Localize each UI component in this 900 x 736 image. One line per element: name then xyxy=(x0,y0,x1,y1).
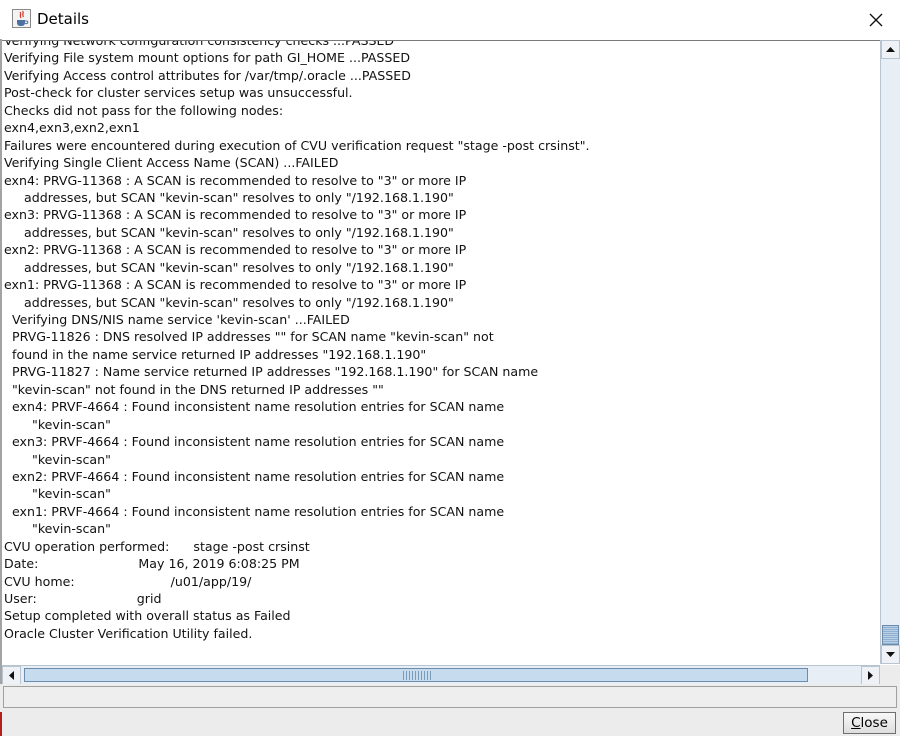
arrow-down-icon xyxy=(886,652,895,657)
log-line: CVU operation performed: stage -post crs… xyxy=(4,538,310,554)
log-line: Oracle Cluster Verification Utility fail… xyxy=(4,625,253,641)
log-line: Verifying DNS/NIS name service 'kevin-sc… xyxy=(4,312,350,327)
log-line: Setup completed with overall status as F… xyxy=(4,608,291,624)
log-line: Post-check for cluster services setup wa… xyxy=(4,85,353,101)
log-line: Verifying Access control attributes for … xyxy=(4,67,411,83)
window-title: Details xyxy=(37,10,90,28)
dialog-footer: Close xyxy=(0,684,900,736)
log-line: "kevin-scan" xyxy=(4,486,111,502)
log-line: "kevin-scan" not found in the DNS return… xyxy=(4,381,384,397)
log-line: exn2: PRVF-4664 : Found inconsistent nam… xyxy=(4,468,505,484)
log-line: exn4: PRVG-11368 : A SCAN is recommended… xyxy=(4,172,467,188)
log-line: Verifying Network configuration consiste… xyxy=(4,40,395,48)
background-edge xyxy=(0,712,2,736)
log-line: User: grid xyxy=(4,591,162,606)
log-line: exn1: PRVF-4664 : Found inconsistent nam… xyxy=(4,503,505,519)
log-line: addresses, but SCAN "kevin-scan" resolve… xyxy=(4,189,454,205)
scrollbar-corner xyxy=(880,665,900,684)
log-line: exn2: PRVG-11368 : A SCAN is recommended… xyxy=(4,242,467,258)
log-line: exn3: PRVG-11368 : A SCAN is recommended… xyxy=(4,207,467,223)
log-line: PRVG-11827 : Name service returned IP ad… xyxy=(4,364,539,380)
close-x-icon[interactable] xyxy=(864,8,888,32)
log-text: Verifying Network configuration consiste… xyxy=(4,40,590,642)
vertical-scroll-thumb[interactable] xyxy=(882,625,899,645)
log-line: Date: May 16, 2019 6:08:25 PM xyxy=(4,556,300,572)
log-line: addresses, but SCAN "kevin-scan" resolve… xyxy=(4,259,454,275)
log-line: Verifying File system mount options for … xyxy=(4,50,411,66)
log-line: "kevin-scan" xyxy=(4,416,111,432)
log-line: exn4: PRVF-4664 : Found inconsistent nam… xyxy=(4,399,505,415)
log-line: addresses, but SCAN "kevin-scan" resolve… xyxy=(4,224,454,240)
log-line: exn3: PRVF-4664 : Found inconsistent nam… xyxy=(4,434,505,450)
scroll-up-button[interactable] xyxy=(881,40,900,59)
horizontal-scroll-thumb[interactable] xyxy=(24,668,808,682)
log-line: "kevin-scan" xyxy=(4,451,111,467)
arrow-right-icon xyxy=(868,671,873,680)
log-line: PRVG-11826 : DNS resolved IP addresses "… xyxy=(4,329,494,345)
java-coffee-cup-icon xyxy=(12,9,31,28)
log-line: exn4,exn3,exn2,exn1 xyxy=(4,120,140,136)
title-bar: Details xyxy=(0,0,900,39)
status-bar xyxy=(3,686,897,708)
close-label: lose xyxy=(860,715,888,731)
log-line: Checks did not pass for the following no… xyxy=(4,102,284,118)
details-text-area[interactable]: Verifying Network configuration consiste… xyxy=(2,40,880,665)
log-line: addresses, but SCAN "kevin-scan" resolve… xyxy=(4,294,454,310)
log-line: exn1: PRVG-11368 : A SCAN is recommended… xyxy=(4,277,467,293)
arrow-up-icon xyxy=(886,47,895,52)
arrow-left-icon xyxy=(9,671,14,680)
scroll-grip-icon xyxy=(403,671,431,680)
scroll-left-button[interactable] xyxy=(2,666,21,685)
log-line: found in the name service returned IP ad… xyxy=(4,346,427,362)
close-mnemonic: C xyxy=(851,715,861,731)
scroll-down-button[interactable] xyxy=(881,645,900,664)
log-line: Failures were encountered during executi… xyxy=(4,137,590,153)
vertical-scrollbar[interactable] xyxy=(880,40,900,664)
close-button[interactable]: Close xyxy=(843,712,896,734)
log-line: CVU home: /u01/app/19/ xyxy=(4,573,252,589)
log-line: Verifying Single Client Access Name (SCA… xyxy=(4,155,339,171)
scroll-right-button[interactable] xyxy=(861,666,880,685)
horizontal-scrollbar[interactable] xyxy=(2,665,880,685)
log-line: "kevin-scan" xyxy=(4,521,111,537)
